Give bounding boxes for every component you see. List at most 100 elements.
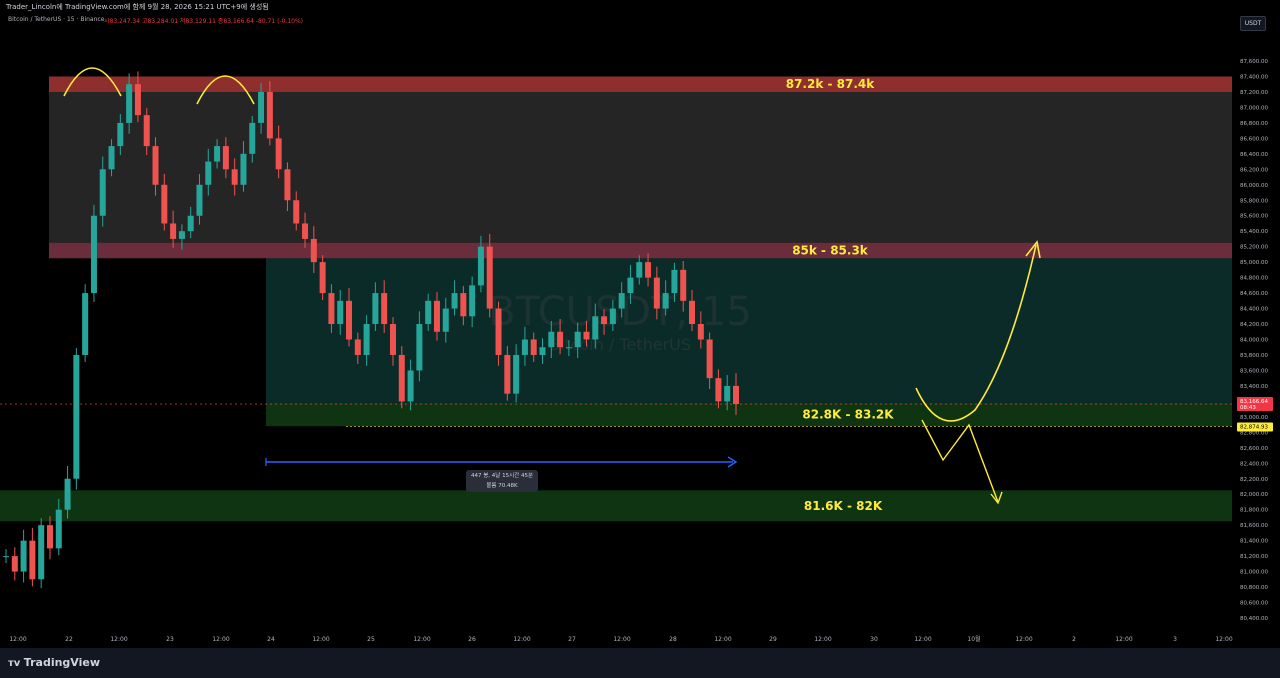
zone-0: [49, 76, 1232, 92]
measure-volume: 볼륨 70.48K: [486, 483, 518, 489]
candle-body: [513, 354, 520, 394]
publish-info: Trader_Lincoln에 TradingView.com에 함께 9월 2…: [6, 3, 269, 11]
tradingview-logo[interactable]: ᴛᴠ TradingView: [8, 656, 100, 669]
price-tick: 82,400.00: [1240, 461, 1268, 467]
price-tick: 81,600.00: [1240, 523, 1268, 529]
price-tick: 83,000.00: [1240, 415, 1268, 421]
price-tick: 82,600.00: [1240, 446, 1268, 452]
candle-body: [715, 378, 722, 402]
time-axis: 12:00 22 12:00 23 12:00 24 12:00 25 12:00 26 12:00…: [0, 630, 1235, 648]
candle-body: [372, 293, 379, 325]
candle-body: [583, 331, 590, 340]
time-tick: 12:00: [110, 636, 127, 643]
candle-body: [486, 246, 493, 309]
candle-body: [134, 84, 141, 116]
time-tick: 30: [870, 636, 878, 643]
time-tick: 12:00: [513, 636, 530, 643]
candle-body: [601, 316, 608, 325]
price-tick: 86,800.00: [1240, 121, 1268, 127]
price-tick: 85,200.00: [1240, 245, 1268, 251]
candle-body: [108, 146, 115, 170]
candle-body: [266, 91, 273, 139]
price-tick: 81,200.00: [1240, 554, 1268, 560]
candle-body: [574, 331, 581, 348]
candle-body: [477, 246, 484, 286]
price-tick: 81,800.00: [1240, 508, 1268, 514]
time-tick: 10월: [967, 635, 980, 643]
candle-body: [565, 347, 572, 349]
price-tick: 82,200.00: [1240, 477, 1268, 483]
candle-body: [170, 223, 177, 239]
measure-bars: 447 봉, 4날 15시간 45분: [470, 473, 534, 479]
candle-body: [539, 347, 546, 355]
dashed-price-text: 82,874.93: [1240, 425, 1268, 431]
candle-body: [618, 293, 625, 309]
candle-body: [425, 300, 432, 325]
candle-body: [645, 262, 652, 278]
candle: [38, 518, 45, 589]
candle-body: [240, 153, 247, 185]
candle-body: [99, 169, 106, 216]
time-tick: 12:00: [9, 636, 26, 643]
candle-body: [196, 184, 203, 216]
candle-body: [363, 324, 370, 355]
candle: [82, 284, 89, 362]
candle-body: [662, 293, 669, 309]
price-tick: 84,600.00: [1240, 291, 1268, 297]
candle-body: [73, 354, 80, 479]
candle-body: [310, 238, 317, 263]
time-tick: 24: [267, 636, 275, 643]
symbol-legend: Bitcoin / TetherUS · 15 · Binance 시83,24…: [0, 14, 1230, 26]
time-tick: 12:00: [914, 636, 931, 643]
candle-body: [46, 525, 53, 549]
price-tick: 87,600.00: [1240, 59, 1268, 65]
price-tick: 81,000.00: [1240, 570, 1268, 576]
time-tick: 28: [669, 636, 677, 643]
symbol-name[interactable]: Bitcoin / TetherUS · 15 · Binance: [8, 16, 104, 23]
zone-1: [49, 242, 1232, 259]
candle-body: [258, 91, 265, 123]
zone-label-0: 87.2k - 87.4k: [786, 77, 876, 91]
candle-body: [724, 385, 731, 402]
price-tick: 86,600.00: [1240, 136, 1268, 142]
currency-button[interactable]: USDT: [1240, 16, 1266, 31]
candle-body: [389, 324, 396, 355]
candle-body: [469, 285, 476, 317]
candle-body: [302, 223, 309, 239]
price-tick: 80,600.00: [1240, 601, 1268, 607]
price-tick: 86,200.00: [1240, 167, 1268, 173]
candle-body: [126, 84, 133, 123]
candle-body: [178, 231, 185, 239]
price-tick: 83,800.00: [1240, 353, 1268, 359]
zone-label-3: 81.6K - 82K: [804, 499, 883, 513]
candle-body: [231, 169, 238, 185]
zone-label-2: 82.8K - 83.2K: [802, 408, 894, 422]
candle-body: [284, 169, 291, 201]
time-tick: 2: [1072, 636, 1076, 643]
candle-body: [442, 308, 449, 332]
time-tick: 12:00: [714, 636, 731, 643]
price-tick: 84,200.00: [1240, 322, 1268, 328]
price-tick: 85,000.00: [1240, 260, 1268, 266]
price-tick: 87,200.00: [1240, 90, 1268, 96]
candle-body: [275, 138, 282, 170]
price-axis: 87,600.00 87,400.00 87,200.00 87,000.00 86,8…: [1235, 30, 1280, 648]
price-chart[interactable]: BTCUSDT, 15Bitcoin / TetherUS87.2k - 87.…: [0, 0, 1280, 678]
candle-body: [117, 122, 124, 147]
candle-body: [90, 215, 97, 294]
price-tick: 86,000.00: [1240, 183, 1268, 189]
candle-body: [205, 161, 212, 185]
countdown-text: 08:43: [1240, 405, 1256, 411]
time-tick: 12:00: [1015, 636, 1032, 643]
price-tick: 84,400.00: [1240, 307, 1268, 313]
candle-body: [82, 293, 89, 355]
price-tick: 85,400.00: [1240, 229, 1268, 235]
time-tick: 29: [769, 636, 777, 643]
candle-body: [653, 277, 660, 309]
candle-body: [706, 339, 713, 379]
candle-body: [354, 339, 361, 355]
candle-body: [337, 300, 344, 325]
ohlc-values: 시83,247.34 고83,284.01 저83,129.11 종83,166…: [104, 18, 304, 25]
candle: [398, 346, 405, 409]
price-tick: 85,800.00: [1240, 198, 1268, 204]
